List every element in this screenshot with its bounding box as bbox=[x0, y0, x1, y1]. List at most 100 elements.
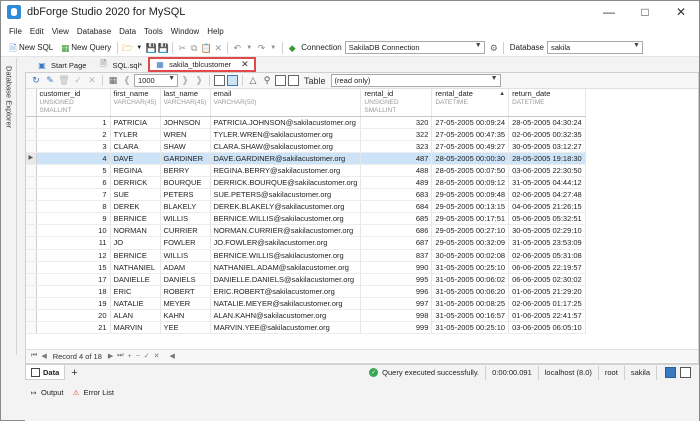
table-row[interactable]: 7 SUE PETERS SUE.PETERS@sakilacustomer.org 6… bbox=[26, 188, 586, 202]
cell-last-name[interactable]: FOWLER bbox=[160, 236, 211, 250]
cell-rental-id[interactable]: 996 bbox=[360, 285, 433, 298]
data-options-icon[interactable]: ▦ bbox=[107, 75, 119, 87]
menu-tools[interactable]: Tools bbox=[140, 27, 167, 36]
cell-customer-id[interactable]: 11 bbox=[36, 236, 111, 250]
save-all-icon[interactable]: 💾 bbox=[157, 42, 169, 54]
cell-rental-date[interactable]: 31-05-2005 00:16:57 bbox=[431, 309, 510, 323]
undo-icon[interactable]: ↶ bbox=[231, 42, 243, 54]
cell-return-date[interactable]: 31-05-2005 23:53:09 bbox=[508, 236, 586, 250]
cell-customer-id[interactable]: 1 bbox=[36, 116, 111, 129]
column-header-first-name[interactable]: first_name VARCHAR(45) bbox=[110, 89, 161, 117]
column-header-last-name[interactable]: last_name VARCHAR(45) bbox=[160, 89, 211, 117]
cell-customer-id[interactable]: 8 bbox=[36, 200, 111, 214]
cell-rental-date[interactable]: 31-05-2005 00:06:20 bbox=[431, 285, 510, 298]
close-icon[interactable]: ✕ bbox=[663, 1, 699, 23]
cell-email[interactable]: JO.FOWLER@sakilacustomer.org bbox=[210, 236, 362, 250]
cell-email[interactable]: DEREK.BLAKELY@sakilacustomer.org bbox=[210, 200, 362, 214]
row-indicator[interactable] bbox=[26, 273, 37, 286]
cancel-record-icon[interactable]: ✕ bbox=[154, 352, 160, 360]
cell-last-name[interactable]: JOHNSON bbox=[160, 116, 211, 129]
cell-last-name[interactable]: WILLIS bbox=[160, 212, 211, 226]
cell-rental-id[interactable]: 998 bbox=[360, 309, 433, 323]
cell-rental-id[interactable]: 686 bbox=[360, 224, 433, 238]
table-row[interactable]: 3 CLARA SHAW CLARA.SHAW@sakilacustomer.org 3… bbox=[26, 140, 586, 153]
table-row[interactable]: 9 BERNICE WILLIS BERNICE.WILLIS@sakilacusto… bbox=[26, 212, 586, 226]
redo-icon[interactable]: ↷ bbox=[255, 42, 267, 54]
cell-rental-id[interactable]: 487 bbox=[360, 152, 433, 165]
cell-customer-id[interactable]: 21 bbox=[36, 321, 111, 335]
row-indicator[interactable] bbox=[26, 285, 37, 298]
row-indicator[interactable] bbox=[26, 297, 37, 311]
cell-last-name[interactable]: CURRIER bbox=[160, 224, 211, 238]
database-explorer-tab[interactable]: Database Explorer bbox=[3, 66, 15, 166]
delete-record-icon[interactable]: − bbox=[136, 353, 140, 360]
delete-icon[interactable]: ✕ bbox=[212, 42, 224, 54]
cell-rental-date[interactable]: 31-05-2005 00:08:25 bbox=[431, 297, 510, 311]
cell-rental-date[interactable]: 28-05-2005 00:07:50 bbox=[431, 164, 510, 177]
cell-rental-id[interactable]: 320 bbox=[360, 116, 433, 129]
cell-rental-date[interactable]: 29-05-2005 00:13:15 bbox=[431, 200, 510, 214]
tab-output[interactable]: ↦ Output bbox=[25, 388, 68, 397]
cut-icon[interactable]: ✂ bbox=[176, 42, 188, 54]
tab-start-page[interactable]: ▣ Start Page bbox=[31, 58, 92, 72]
cell-rental-id[interactable]: 997 bbox=[360, 297, 433, 311]
cell-first-name[interactable]: PATRICIA bbox=[110, 116, 161, 129]
cell-rental-date[interactable]: 29-05-2005 00:09:48 bbox=[431, 188, 510, 202]
table-row[interactable]: 8 DEREK BLAKELY DEREK.BLAKELY@sakilacustome… bbox=[26, 200, 586, 214]
cell-last-name[interactable]: PETERS bbox=[160, 188, 211, 202]
cell-customer-id[interactable]: 2 bbox=[36, 128, 111, 141]
cell-first-name[interactable]: DEREK bbox=[110, 200, 161, 214]
cell-customer-id[interactable]: 5 bbox=[36, 164, 111, 177]
cell-customer-id[interactable]: 3 bbox=[36, 140, 111, 153]
table-row[interactable]: 10 NORMAN CURRIER NORMAN.CURRIER@sakilacust… bbox=[26, 224, 586, 238]
add-tab-icon[interactable]: + bbox=[71, 367, 77, 379]
new-sql-button[interactable]: 🗎 New SQL bbox=[4, 40, 56, 56]
cell-email[interactable]: DANIELLE.DANIELS@sakilacustomer.org bbox=[210, 273, 362, 286]
cell-last-name[interactable]: ADAM bbox=[160, 261, 211, 274]
cell-customer-id[interactable]: 12 bbox=[36, 249, 111, 262]
cell-customer-id[interactable]: 17 bbox=[36, 273, 111, 286]
cell-first-name[interactable]: BERNICE bbox=[110, 249, 161, 262]
cell-return-date[interactable]: 31-05-2005 04:44:12 bbox=[508, 176, 586, 190]
cell-return-date[interactable]: 02-06-2005 00:32:35 bbox=[508, 128, 586, 141]
row-indicator[interactable] bbox=[26, 224, 37, 238]
cell-email[interactable]: CLARA.SHAW@sakilacustomer.org bbox=[210, 140, 362, 153]
open-folder-icon[interactable]: 🗁 bbox=[121, 42, 133, 54]
cell-rental-date[interactable]: 28-05-2005 00:09:12 bbox=[431, 176, 510, 190]
cell-return-date[interactable]: 06-06-2005 22:19:57 bbox=[508, 261, 586, 274]
cell-email[interactable]: DAVE.GARDINER@sakilacustomer.org bbox=[210, 152, 362, 165]
cell-last-name[interactable]: DANIELS bbox=[160, 273, 211, 286]
cell-return-date[interactable]: 28-05-2005 04:30:24 bbox=[508, 116, 586, 129]
cell-first-name[interactable]: ALAN bbox=[110, 309, 161, 323]
cell-last-name[interactable]: WREN bbox=[160, 128, 211, 141]
filter-icon[interactable]: △ bbox=[247, 75, 259, 87]
tab-sakila-tblcustomer[interactable]: ▦ sakila_tblcustomer ✕ bbox=[148, 57, 256, 72]
cell-customer-id[interactable]: 6 bbox=[36, 176, 111, 190]
cell-return-date[interactable]: 04-06-2005 21:26:15 bbox=[508, 200, 586, 214]
close-tab-icon[interactable]: ✕ bbox=[241, 59, 249, 70]
cell-rental-date[interactable]: 31-05-2005 00:06:02 bbox=[431, 273, 510, 286]
connection-select[interactable]: SakilaDB Connection ▼ bbox=[344, 41, 485, 54]
table-row[interactable]: 20 ALAN KAHN ALAN.KAHN@sakilacustomer.org 99… bbox=[26, 309, 586, 323]
menu-view[interactable]: View bbox=[48, 27, 73, 36]
cell-first-name[interactable]: TYLER bbox=[110, 128, 161, 141]
row-indicator[interactable] bbox=[26, 309, 37, 323]
connection-options-icon[interactable]: ⚙ bbox=[488, 42, 500, 54]
view-mode-select[interactable]: (read only) ▼ bbox=[330, 74, 501, 87]
cell-rental-date[interactable]: 31-05-2005 00:25:10 bbox=[431, 261, 510, 274]
layout-horizontal-icon[interactable] bbox=[665, 367, 676, 378]
column-header-customer-id[interactable]: customer_id UNSIGNED SMALLINT bbox=[36, 89, 111, 117]
table-row[interactable]: 15 NATHANIEL ADAM NATHANIEL.ADAM@sakilacust… bbox=[26, 261, 586, 274]
menu-help[interactable]: Help bbox=[203, 27, 227, 36]
card-view-icon[interactable] bbox=[227, 75, 238, 86]
cell-customer-id[interactable]: 10 bbox=[36, 224, 111, 238]
cell-email[interactable]: DERRICK.BOURQUE@sakilacustomer.org bbox=[210, 176, 362, 190]
row-indicator[interactable] bbox=[26, 116, 37, 129]
column-header-email[interactable]: email VARCHAR(50) bbox=[210, 89, 362, 117]
cell-first-name[interactable]: BERNICE bbox=[110, 212, 161, 226]
first-record-icon[interactable]: ⏮ bbox=[31, 352, 37, 360]
cell-rental-id[interactable]: 995 bbox=[360, 273, 433, 286]
cell-email[interactable]: BERNICE.WILLIS@sakilacustomer.org bbox=[210, 249, 362, 262]
cell-rental-id[interactable]: 683 bbox=[360, 188, 433, 202]
cell-first-name[interactable]: DERRICK bbox=[110, 176, 161, 190]
